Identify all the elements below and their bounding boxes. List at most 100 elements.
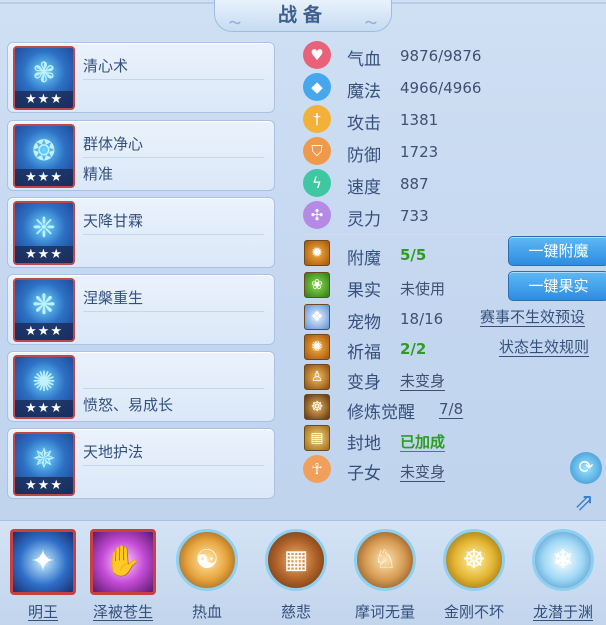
status-rules-link[interactable]: 状态生效规则	[499, 336, 589, 357]
transform-link[interactable]: 未变身	[400, 370, 445, 391]
bottom-skill-slot[interactable]: ☯ 热血	[172, 527, 242, 623]
stat-value: 4966/4966	[400, 79, 482, 97]
bottom-skill-slot[interactable]: ✋ 泽被苍生	[88, 527, 158, 623]
star-rating: ★★★	[15, 246, 73, 263]
lightning-icon: ϟ	[303, 169, 331, 197]
extra-cultivation: ☸ 修炼觉醒 7/8	[303, 394, 503, 424]
enchant-icon: ✹	[304, 240, 330, 266]
fruit-icon: ❀	[304, 272, 330, 298]
stat-value: 9876/9876	[400, 47, 482, 65]
extra-enchant: ✹ 附魔 5/5	[303, 240, 503, 270]
bottom-skill-slot[interactable]: ♘ 摩诃无量	[350, 527, 420, 623]
child-icon: ☥	[303, 455, 331, 483]
skill-trait: 精准	[83, 165, 114, 183]
star-rating: ★★★	[15, 169, 73, 186]
bottom-skill-slot[interactable]: ☸ 金刚不坏	[439, 527, 509, 623]
skill-name: 涅槃重生	[83, 289, 144, 307]
extra-value: 18/16	[400, 310, 444, 328]
heart-icon: ♥	[303, 41, 331, 69]
bottom-skill-label: 摩诃无量	[354, 603, 415, 621]
golden-buddha-icon: ☸	[443, 529, 505, 591]
swirl-skill-icon: ❃ ★★★	[13, 46, 75, 110]
extra-label: 祈福	[347, 343, 381, 363]
star-rating: ★★★	[15, 91, 73, 108]
stat-value: 733	[400, 207, 429, 225]
warrior-icon: ♘	[354, 529, 416, 591]
transform-icon: ♙	[304, 364, 330, 390]
swirl-right-icon: 〜	[364, 16, 377, 30]
stat-value: 1381	[400, 111, 439, 129]
fief-link[interactable]: 已加成	[400, 431, 445, 452]
extra-transform: ♙ 变身 未变身	[303, 364, 503, 394]
cultivation-icon: ☸	[304, 394, 330, 420]
scroll-icon: ▦	[265, 529, 327, 591]
skill-name: 群体净心	[83, 135, 144, 153]
bottom-skill-label: 明王	[27, 603, 58, 621]
crystal-bird-skill-icon: ❂ ★★★	[13, 124, 75, 188]
skill-card[interactable]: ❂ ★★★ 群体净心 精准	[7, 120, 275, 191]
skill-card[interactable]: ✺ ★★★ 愤怒、易成长	[7, 351, 275, 422]
bottom-skill-label: 金刚不坏	[443, 603, 504, 621]
extra-value: 未使用	[400, 280, 446, 298]
extra-value: 5/5	[400, 246, 427, 264]
stat-label: 气血	[347, 50, 381, 70]
skill-name: 天地护法	[83, 443, 144, 461]
fief-icon: ▤	[304, 425, 330, 451]
rain-skill-icon: ❈ ★★★	[13, 201, 75, 265]
skill-card[interactable]: ❃ ★★★ 清心术	[7, 42, 275, 113]
extra-label: 修炼觉醒	[347, 403, 415, 423]
divider	[83, 388, 264, 389]
stat-label: 速度	[347, 178, 381, 198]
child-link[interactable]: 未变身	[400, 461, 445, 482]
mana-icon: ◆	[303, 73, 331, 101]
skill-card[interactable]: ❋ ★★★ 涅槃重生	[7, 274, 275, 345]
skill-card[interactable]: ✵ ★★★ 天地护法	[7, 428, 275, 499]
extra-label: 封地	[347, 434, 381, 454]
skill-card[interactable]: ❈ ★★★ 天降甘霖	[7, 197, 275, 268]
bottom-skill-label: 热血	[191, 603, 222, 621]
stat-speed: ϟ 速度 887	[303, 169, 593, 199]
bottom-skill-label: 泽被苍生	[92, 603, 153, 621]
title-tab: 〜 战备 〜	[214, 0, 392, 32]
divider	[83, 157, 264, 158]
enchant-all-button[interactable]: 一键附魔	[508, 236, 606, 266]
stat-label: 魔法	[347, 82, 381, 102]
skill-trait: 愤怒、易成长	[83, 396, 174, 414]
bottom-skill-slot[interactable]: ❄ 龙潜于渊	[528, 527, 598, 623]
skill-name: 清心术	[83, 57, 129, 75]
radiant-king-icon: ✦	[10, 529, 76, 595]
extra-fief: ▤ 封地 已加成	[303, 425, 503, 455]
extra-label: 变身	[347, 373, 381, 393]
bottom-skill-slot[interactable]: ▦ 慈悲	[261, 527, 331, 623]
extra-label: 宠物	[347, 313, 381, 333]
stat-label: 防御	[347, 146, 381, 166]
stat-label: 灵力	[347, 210, 381, 230]
extra-fruit: ❀ 果实 未使用	[303, 272, 503, 302]
shield-icon: ⛉	[303, 137, 331, 165]
share-icon[interactable]: ⇗	[568, 486, 600, 518]
guardian-skill-icon: ✵ ★★★	[13, 432, 75, 496]
extra-label: 子女	[347, 464, 381, 484]
sword-icon: †	[303, 105, 331, 133]
stat-mp: ◆ 魔法 4966/4966	[303, 73, 593, 103]
prayer-icon: ✺	[304, 334, 330, 360]
event-preset-link[interactable]: 赛事不生效预设	[480, 306, 585, 327]
swirl-left-icon: 〜	[229, 16, 242, 30]
divider	[83, 234, 264, 235]
stat-defense: ⛉ 防御 1723	[303, 137, 593, 167]
bottom-skill-slot[interactable]: ✦ 明王	[8, 527, 78, 623]
refresh-icon[interactable]: ⟳	[570, 452, 602, 484]
extra-pet: ❖ 宠物 18/16	[303, 304, 503, 334]
divider	[83, 465, 264, 466]
star-rating: ★★★	[15, 477, 73, 494]
blessing-hand-icon: ✋	[90, 529, 156, 595]
stat-value: 887	[400, 175, 429, 193]
extra-prayer: ✺ 祈福 2/2	[303, 334, 503, 364]
bottom-skill-bar: ✦ 明王 ✋ 泽被苍生 ☯ 热血 ▦ 慈悲 ♘ 摩诃无量 ☸ 金刚不坏 ❄ 龙潜…	[0, 520, 606, 625]
skill-name: 天降甘霖	[83, 212, 144, 230]
star-rating: ★★★	[15, 323, 73, 340]
cultivation-link[interactable]: 7/8	[439, 400, 463, 418]
stat-hp: ♥ 气血 9876/9876	[303, 41, 593, 71]
star-rating: ★★★	[15, 400, 73, 417]
fruit-all-button[interactable]: 一键果实	[508, 271, 606, 301]
